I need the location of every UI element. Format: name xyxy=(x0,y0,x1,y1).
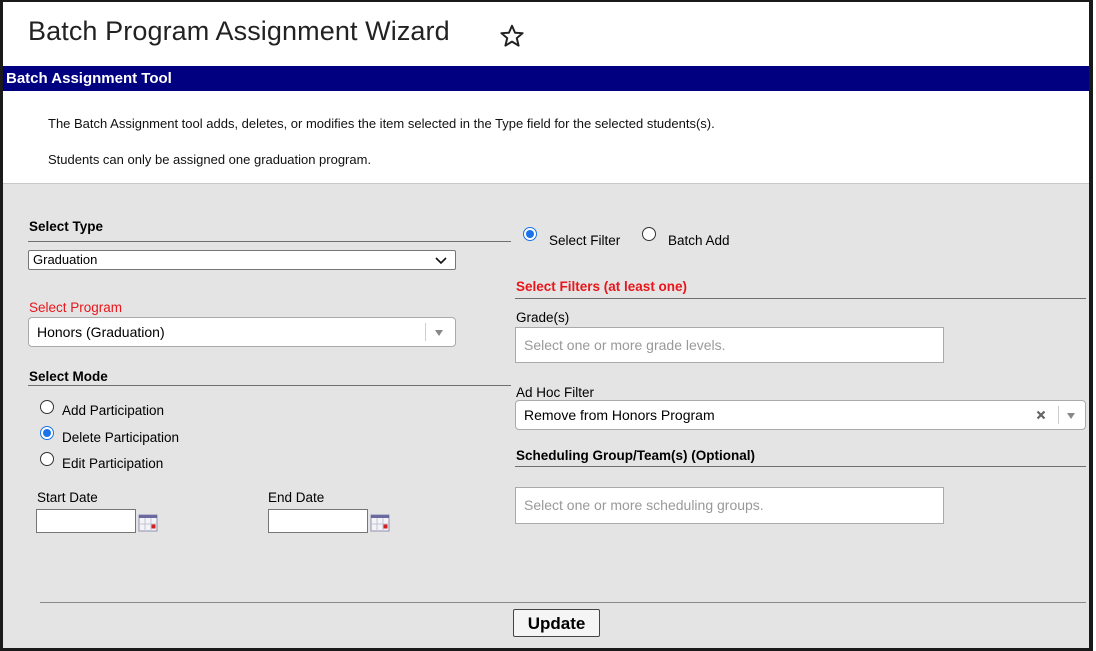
grades-multiselect[interactable]: Select one or more grade levels. xyxy=(515,327,944,363)
divider xyxy=(515,298,1086,299)
select-program-value: Honors (Graduation) xyxy=(37,324,165,340)
wizard-window: Batch Program Assignment Wizard Batch As… xyxy=(0,0,1093,651)
triangle-down-icon xyxy=(1067,413,1075,419)
select-type-label: Select Type xyxy=(29,219,104,234)
select-type-dropdown[interactable]: Graduation xyxy=(28,250,456,270)
radio-edit-participation[interactable] xyxy=(40,452,54,466)
radio-batch-add[interactable] xyxy=(642,227,656,241)
radio-add-participation[interactable] xyxy=(40,400,54,414)
section-title-bar: Batch Assignment Tool xyxy=(3,66,1089,91)
end-date-label: End Date xyxy=(268,490,325,505)
divider xyxy=(28,241,511,242)
filter-option-select-label: Select Filter xyxy=(549,233,621,248)
divider xyxy=(515,466,1086,467)
triangle-down-icon xyxy=(435,330,443,336)
scheduling-groups-placeholder: Select one or more scheduling groups. xyxy=(524,497,764,513)
end-date-input[interactable] xyxy=(268,509,368,533)
info-panel: The Batch Assignment tool adds, deletes,… xyxy=(3,91,1089,184)
dropdown-separator xyxy=(425,323,426,341)
adhoc-filter-value: Remove from Honors Program xyxy=(524,407,715,423)
info-text-line2: Students can only be assigned one gradua… xyxy=(48,152,372,167)
mode-label-delete: Delete Participation xyxy=(62,430,180,445)
calendar-icon[interactable] xyxy=(370,514,390,532)
scheduling-groups-multiselect[interactable]: Select one or more scheduling groups. xyxy=(515,487,944,524)
grades-placeholder: Select one or more grade levels. xyxy=(524,337,726,353)
calendar-icon[interactable] xyxy=(138,514,158,532)
radio-select-filter[interactable] xyxy=(523,227,537,241)
scheduling-groups-heading: Scheduling Group/Team(s) (Optional) xyxy=(516,448,755,463)
footer-divider xyxy=(40,602,1086,603)
filter-option-batch-label: Batch Add xyxy=(668,233,730,248)
form-panel: Select Type Graduation Select Program Ho… xyxy=(3,184,1089,648)
start-date-label: Start Date xyxy=(37,490,98,505)
page-title: Batch Program Assignment Wizard xyxy=(28,16,450,46)
clear-x-icon[interactable] xyxy=(1036,410,1046,420)
star-icon[interactable] xyxy=(499,23,525,49)
select-program-dropdown[interactable]: Honors (Graduation) xyxy=(28,317,456,347)
select-type-value: Graduation xyxy=(33,252,98,267)
mode-label-edit: Edit Participation xyxy=(62,456,164,471)
select-program-label: Select Program xyxy=(29,300,123,315)
info-text-line1: The Batch Assignment tool adds, deletes,… xyxy=(48,116,715,131)
mode-label-add: Add Participation xyxy=(62,403,165,418)
select-mode-label: Select Mode xyxy=(29,369,108,384)
chevron-down-icon xyxy=(435,257,447,265)
dropdown-separator xyxy=(1058,406,1059,424)
start-date-input[interactable] xyxy=(36,509,136,533)
adhoc-filter-dropdown[interactable]: Remove from Honors Program xyxy=(515,400,1086,430)
divider xyxy=(28,385,511,386)
select-filters-heading: Select Filters (at least one) xyxy=(516,279,688,294)
grades-label: Grade(s) xyxy=(516,310,570,325)
radio-delete-participation[interactable] xyxy=(40,426,54,440)
adhoc-filter-label: Ad Hoc Filter xyxy=(516,385,595,400)
update-button[interactable]: Update xyxy=(513,609,600,637)
